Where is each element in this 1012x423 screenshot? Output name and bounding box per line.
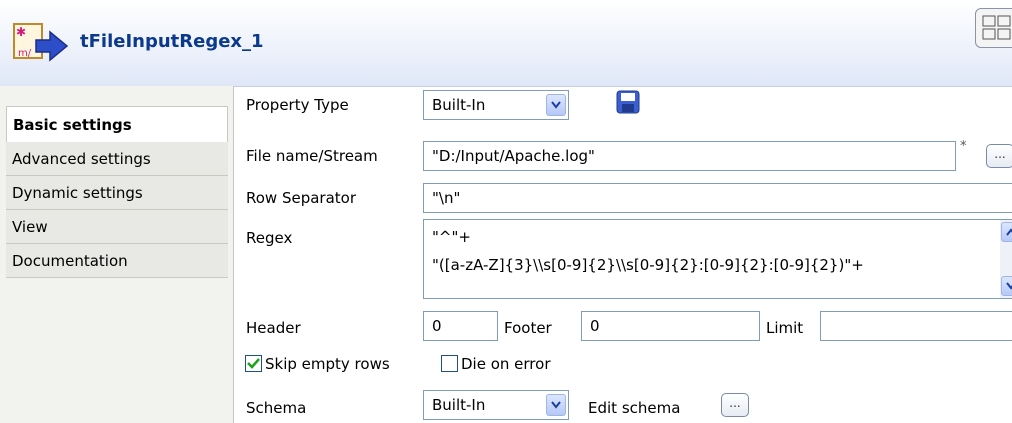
check-icon	[247, 358, 260, 369]
header-label: Header	[246, 319, 301, 337]
schema-select[interactable]: Built-In	[423, 390, 569, 420]
property-type-select[interactable]: Built-In	[423, 90, 569, 120]
tab-view[interactable]: View	[6, 210, 228, 244]
die-on-error-checkbox[interactable]	[441, 355, 458, 372]
schema-label: Schema	[246, 399, 307, 417]
die-on-error-label: Die on error	[461, 355, 551, 373]
required-asterisk: *	[960, 139, 967, 154]
edit-schema-button[interactable]: ...	[721, 393, 749, 417]
tab-advanced-settings[interactable]: Advanced settings	[6, 142, 228, 176]
save-icon[interactable]	[616, 90, 640, 114]
footer-input[interactable]: 0	[581, 311, 760, 341]
regex-textarea[interactable]: "^"+ "([a-zA-Z]{3}\\s[0-9]{2}\\s[0-9]{2}…	[423, 219, 1012, 299]
skip-empty-rows-checkbox[interactable]	[245, 355, 262, 372]
footer-label: Footer	[504, 319, 552, 337]
regex-scrollbar[interactable]	[1000, 220, 1012, 298]
property-type-value: Built-In	[432, 96, 486, 114]
row-separator-input[interactable]: "\n"	[423, 183, 1012, 213]
regex-line-2: "([a-zA-Z]{3}\\s[0-9]{2}\\s[0-9]{2}:[0-9…	[432, 256, 864, 274]
property-type-label: Property Type	[246, 96, 349, 114]
regex-line-1: "^"+	[432, 228, 471, 246]
tab-basic-settings[interactable]: Basic settings	[6, 106, 228, 142]
schema-value: Built-In	[432, 396, 486, 414]
skip-empty-rows-label: Skip empty rows	[265, 355, 390, 373]
regex-label: Regex	[246, 229, 293, 247]
file-name-input[interactable]: "D:/Input/Apache.log"	[423, 141, 956, 171]
chevron-down-icon[interactable]	[546, 394, 566, 416]
component-title: tFileInputRegex_1	[80, 31, 264, 52]
svg-text:✱: ✱	[16, 25, 26, 39]
limit-label: Limit	[766, 319, 804, 337]
tab-dynamic-settings[interactable]: Dynamic settings	[6, 176, 228, 210]
settings-sidebar: Basic settings Advanced settings Dynamic…	[0, 86, 234, 423]
chevron-down-icon[interactable]	[546, 94, 566, 116]
svg-text:m/: m/	[18, 48, 32, 59]
tab-documentation[interactable]: Documentation	[6, 244, 228, 278]
file-name-label: File name/Stream	[246, 147, 378, 165]
limit-input[interactable]	[820, 311, 1012, 341]
component-icon: ✱ m/	[13, 23, 69, 62]
scroll-down-icon[interactable]	[1001, 276, 1012, 296]
scroll-up-icon[interactable]	[1001, 222, 1012, 242]
browse-file-button[interactable]: ...	[986, 144, 1012, 168]
header-input[interactable]: 0	[423, 311, 498, 341]
layout-grid-icon[interactable]	[975, 8, 1012, 48]
row-separator-label: Row Separator	[246, 189, 357, 207]
component-header: ✱ m/ tFileInputRegex_1	[0, 0, 1012, 87]
edit-schema-label: Edit schema	[588, 399, 681, 417]
